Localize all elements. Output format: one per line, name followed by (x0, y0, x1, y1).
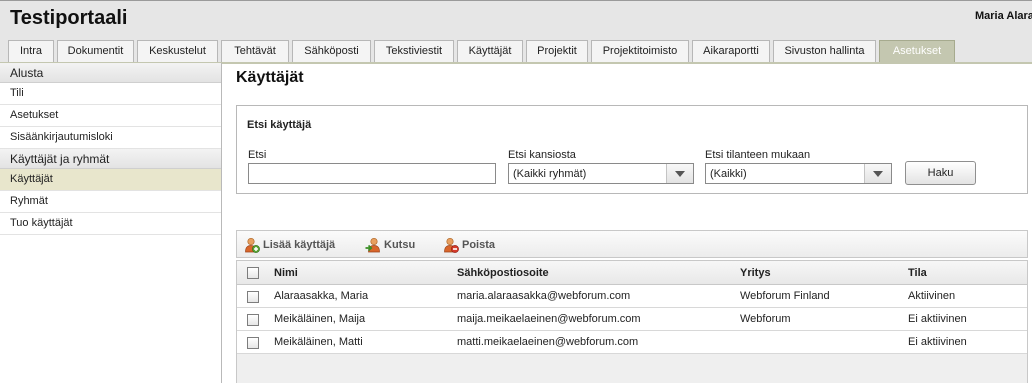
column-header-email[interactable]: Sähköpostiosoite (457, 267, 549, 279)
search-text-label: Etsi (248, 149, 267, 161)
column-header-company[interactable]: Yritys (740, 267, 771, 279)
row-checkbox[interactable] (247, 314, 259, 326)
table-row[interactable]: Meikäläinen, Matti matti.meikaelaeinen@w… (237, 331, 1027, 354)
select-all-checkbox[interactable] (247, 267, 259, 279)
table-header: Nimi Sähköpostiosoite Yritys Tila (237, 261, 1027, 285)
row-checkbox[interactable] (247, 337, 259, 349)
tab-sahkoposti[interactable]: Sähköposti (292, 40, 371, 63)
table-row[interactable]: Meikäläinen, Maija maija.meikaelaeinen@w… (237, 308, 1027, 331)
sidebar-section-alusta: Alusta (0, 63, 221, 83)
folder-select[interactable]: (Kaikki ryhmät) (508, 163, 694, 184)
cell-email: matti.meikaelaeinen@webforum.com (457, 336, 639, 348)
tab-sivuston-hallinta[interactable]: Sivuston hallinta (773, 40, 876, 63)
cell-email: maria.alaraasakka@webforum.com (457, 290, 631, 302)
search-panel-title: Etsi käyttäjä (247, 119, 312, 131)
tab-intra[interactable]: Intra (8, 40, 54, 63)
page-title: Käyttäjät (236, 69, 304, 86)
sidebar-item-sisaankirjautumisloki[interactable]: Sisäänkirjautumisloki (0, 127, 221, 149)
cell-name: Meikäläinen, Maija (274, 313, 366, 325)
search-panel: Etsi käyttäjä Etsi Etsi kansiosta (Kaikk… (236, 105, 1028, 194)
row-checkbox[interactable] (247, 291, 259, 303)
search-button[interactable]: Haku (905, 161, 976, 185)
users-toolbar: Lisää käyttäjä Kutsu Poista (236, 230, 1028, 258)
status-select-value: (Kaikki) (710, 168, 747, 180)
column-header-name[interactable]: Nimi (274, 267, 298, 279)
sidebar-section-kayttajat-ja-ryhmat: Käyttäjät ja ryhmät (0, 149, 221, 169)
delete-user-icon (444, 237, 459, 253)
tab-dokumentit[interactable]: Dokumentit (57, 40, 134, 63)
users-table: Nimi Sähköpostiosoite Yritys Tila Alaraa… (236, 260, 1028, 383)
chevron-down-icon[interactable] (864, 164, 891, 183)
sidebar-item-tuo-kayttajat[interactable]: Tuo käyttäjät (0, 213, 221, 235)
cell-name: Meikäläinen, Matti (274, 336, 363, 348)
add-user-icon (245, 237, 260, 253)
status-select[interactable]: (Kaikki) (705, 163, 892, 184)
cell-email: maija.meikaelaeinen@webforum.com (457, 313, 641, 325)
invite-user-icon (365, 237, 380, 253)
sidebar-item-asetukset[interactable]: Asetukset (0, 105, 221, 127)
search-input[interactable] (248, 163, 496, 184)
tab-keskustelut[interactable]: Keskustelut (137, 40, 218, 63)
app-title: Testiportaali (10, 7, 128, 29)
folder-select-value: (Kaikki ryhmät) (513, 168, 587, 180)
tab-kayttajat[interactable]: Käyttäjät (457, 40, 523, 63)
cell-company: Webforum Finland (740, 290, 830, 302)
tab-projektit[interactable]: Projektit (526, 40, 588, 63)
column-header-status[interactable]: Tila (908, 267, 927, 279)
tab-tehtavat[interactable]: Tehtävät (221, 40, 289, 63)
main-nav-tabs: Intra Dokumentit Keskustelut Tehtävät Sä… (0, 40, 1032, 63)
tab-projektitoimisto[interactable]: Projektitoimisto (591, 40, 689, 63)
delete-user-label: Poista (462, 239, 496, 251)
invite-user-label: Kutsu (384, 239, 416, 251)
tab-aikaraportti[interactable]: Aikaraportti (692, 40, 770, 63)
folder-select-label: Etsi kansiosta (508, 149, 576, 161)
sidebar-item-ryhmat[interactable]: Ryhmät (0, 191, 221, 213)
cell-status: Aktiivinen (908, 290, 956, 302)
cell-company: Webforum (740, 313, 791, 325)
current-user-name[interactable]: Maria Alaraasakka (975, 10, 1032, 22)
sidebar-item-tili[interactable]: Tili (0, 83, 221, 105)
tab-asetukset[interactable]: Asetukset (879, 40, 955, 63)
app-header: Testiportaali Maria Alaraasakka Intra Do… (0, 0, 1032, 64)
main-content: Käyttäjät Etsi käyttäjä Etsi Etsi kansio… (223, 63, 1032, 383)
chevron-down-icon[interactable] (666, 164, 693, 183)
table-row[interactable]: Alaraasakka, Maria maria.alaraasakka@web… (237, 285, 1027, 308)
status-select-label: Etsi tilanteen mukaan (705, 149, 811, 161)
cell-status: Ei aktiivinen (908, 313, 967, 325)
cell-name: Alaraasakka, Maria (274, 290, 369, 302)
add-user-label: Lisää käyttäjä (263, 239, 336, 251)
sidebar-item-kayttajat[interactable]: Käyttäjät (0, 169, 221, 191)
cell-status: Ei aktiivinen (908, 336, 967, 348)
tab-tekstiviestit[interactable]: Tekstiviestit (374, 40, 454, 63)
sidebar: Alusta Tili Asetukset Sisäänkirjautumisl… (0, 63, 222, 383)
